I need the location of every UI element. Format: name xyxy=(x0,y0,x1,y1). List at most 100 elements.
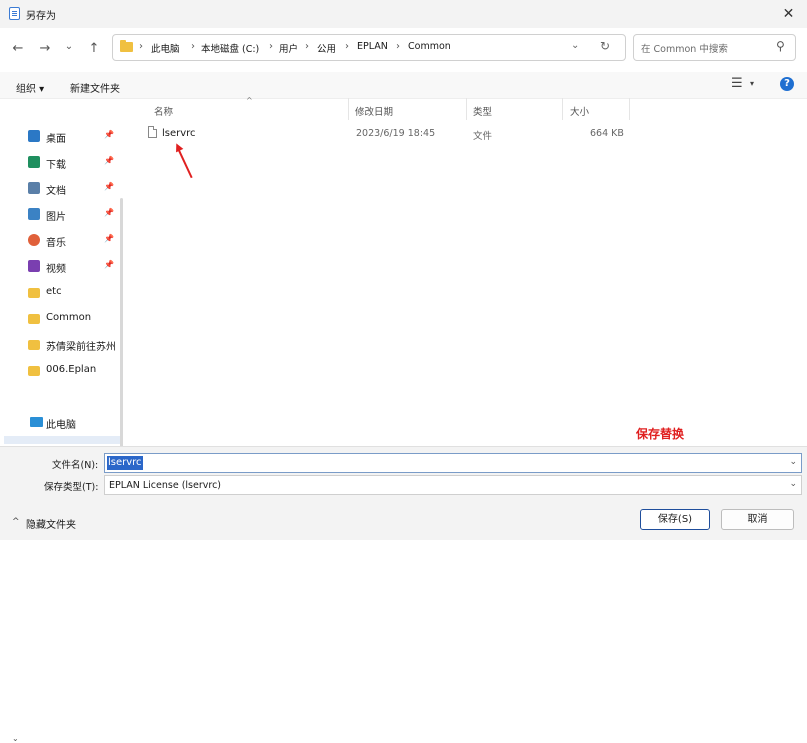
chevron-down-icon[interactable]: ⌄ xyxy=(789,479,797,489)
breadcrumb-separator: › xyxy=(396,41,400,52)
sidebar-item-label: 音乐 xyxy=(46,238,66,249)
filetype-select[interactable]: EPLAN License (lservrc) ⌄ xyxy=(104,475,802,495)
pin-icon: 📌 xyxy=(104,208,114,217)
computer-icon xyxy=(30,417,43,427)
sidebar-item-label: 视频 xyxy=(46,264,66,275)
sidebar-item-006-eplan[interactable]: 006.Eplan xyxy=(28,361,124,381)
chevron-down-icon[interactable]: ⌄ xyxy=(12,734,19,743)
column-divider[interactable] xyxy=(466,98,467,120)
column-header-name[interactable]: 名称 xyxy=(154,104,173,118)
address-dropdown-chevron-icon[interactable]: ⌄ xyxy=(571,40,579,51)
pin-icon: 📌 xyxy=(104,130,114,139)
search-icon[interactable]: ⚲ xyxy=(776,39,785,53)
command-bar: 组织 ▾ 新建文件夹 ☰ ▾ ? xyxy=(0,72,807,99)
sidebar-item-label: 此电脑 xyxy=(46,420,76,431)
breadcrumb-eplan[interactable]: EPLAN xyxy=(357,41,388,52)
view-options-icon[interactable]: ☰ xyxy=(731,76,743,91)
file-type: 文件 xyxy=(473,131,493,142)
download-icon xyxy=(28,156,40,168)
file-name[interactable]: lservrc xyxy=(162,128,196,139)
file-icon xyxy=(148,126,157,138)
hide-folders-toggle[interactable]: 隐藏文件夹 xyxy=(26,516,76,531)
sidebar-item-documents[interactable]: 文档 📌 xyxy=(28,179,124,199)
sidebar-item-label: 苏倩梁前往苏州 xyxy=(46,342,116,353)
file-modified: 2023/6/19 18:45 xyxy=(356,128,436,139)
folder-icon xyxy=(28,314,40,324)
sidebar-item-common[interactable]: Common xyxy=(28,309,124,329)
chevron-up-icon[interactable]: ^ xyxy=(12,517,20,527)
column-divider[interactable] xyxy=(348,98,349,120)
folder-icon xyxy=(28,288,40,298)
sidebar-scrollbar[interactable] xyxy=(120,198,123,478)
chevron-down-icon[interactable]: ⌄ xyxy=(789,457,797,467)
navigation-pane: 桌面 📌 下载 📌 文档 📌 图片 📌 音乐 📌 视频 📌 etc Common… xyxy=(0,98,125,743)
breadcrumb-users[interactable]: 用户 xyxy=(279,41,298,55)
sidebar-selection-highlight xyxy=(4,436,120,444)
save-button[interactable]: 保存(S) xyxy=(640,509,710,530)
forward-button[interactable]: → xyxy=(36,40,54,58)
back-button[interactable]: ← xyxy=(9,40,27,58)
breadcrumb-separator: › xyxy=(191,41,195,52)
video-icon xyxy=(28,260,40,272)
search-box[interactable]: 在 Common 中搜索 ⚲ xyxy=(633,34,796,61)
folder-icon xyxy=(120,40,133,52)
sidebar-item-label: 文档 xyxy=(46,186,66,197)
sidebar-item-pictures[interactable]: 图片 📌 xyxy=(28,205,124,225)
file-size: 664 KB xyxy=(590,128,624,139)
sidebar-item-label: 006.Eplan xyxy=(46,364,97,375)
sidebar-item-label: 下载 xyxy=(46,160,66,171)
music-icon xyxy=(28,234,40,246)
column-header-type[interactable]: 类型 xyxy=(473,104,492,118)
breadcrumb-separator: › xyxy=(305,41,309,52)
desktop-icon xyxy=(28,130,40,142)
filename-label: 文件名(N): xyxy=(52,460,99,471)
sidebar-item-downloads[interactable]: 下载 📌 xyxy=(28,153,124,173)
pin-icon: 📌 xyxy=(104,260,114,269)
save-form: 文件名(N): lservrc ⌄ 保存类型(T): EPLAN License… xyxy=(0,446,807,540)
breadcrumb-separator: › xyxy=(139,41,143,52)
file-list: ^ 名称 修改日期 类型 大小 lservrc 2023/6/19 18:45 … xyxy=(130,96,807,446)
sidebar-item-this-pc[interactable]: ⌄ 此电脑 xyxy=(0,413,122,743)
breadcrumb-separator: › xyxy=(269,41,273,52)
help-icon[interactable]: ? xyxy=(780,77,794,91)
up-button[interactable]: ↑ xyxy=(85,40,103,58)
picture-icon xyxy=(28,208,40,220)
sidebar-item-desktop[interactable]: 桌面 📌 xyxy=(28,127,124,147)
filetype-label: 保存类型(T): xyxy=(44,482,99,493)
recent-locations-button[interactable]: ⌄ xyxy=(60,38,78,56)
column-divider[interactable] xyxy=(629,98,630,120)
sidebar-item-etc[interactable]: etc xyxy=(28,283,124,303)
window-title: 另存为 xyxy=(26,11,56,22)
address-bar[interactable]: › 此电脑 › 本地磁盘 (C:) › 用户 › 公用 › EPLAN › Co… xyxy=(112,34,626,61)
breadcrumb-public[interactable]: 公用 xyxy=(317,41,336,55)
breadcrumb-this-pc[interactable]: 此电脑 xyxy=(151,41,180,55)
filename-input[interactable]: lservrc ⌄ xyxy=(104,453,802,473)
breadcrumb-common[interactable]: Common xyxy=(408,41,451,52)
filename-value[interactable]: lservrc xyxy=(107,456,143,470)
sort-ascending-icon: ^ xyxy=(246,96,253,105)
sidebar-item-suzhou[interactable]: 苏倩梁前往苏州 xyxy=(28,335,124,355)
sidebar-item-label: etc xyxy=(46,286,62,297)
annotation-label: 保存替换 xyxy=(636,427,685,441)
cancel-button[interactable]: 取消 xyxy=(721,509,794,530)
organize-button[interactable]: 组织 ▾ xyxy=(16,80,44,95)
new-folder-button[interactable]: 新建文件夹 xyxy=(70,80,120,95)
sidebar-item-music[interactable]: 音乐 📌 xyxy=(28,231,124,251)
pin-icon: 📌 xyxy=(104,156,114,165)
sidebar-item-label: 桌面 xyxy=(46,134,66,145)
view-options-caret-icon[interactable]: ▾ xyxy=(750,79,754,88)
breadcrumb-local-disk[interactable]: 本地磁盘 (C:) xyxy=(201,41,259,55)
pin-icon: 📌 xyxy=(104,234,114,243)
close-button[interactable]: ✕ xyxy=(770,0,807,28)
sidebar-item-videos[interactable]: 视频 📌 xyxy=(28,257,124,277)
breadcrumb-separator: › xyxy=(345,41,349,52)
table-row[interactable]: lservrc 2023/6/19 18:45 文件 664 KB xyxy=(130,124,807,144)
title-bar: 另存为 ✕ xyxy=(0,0,807,28)
column-header-modified[interactable]: 修改日期 xyxy=(355,104,393,118)
search-input[interactable]: 在 Common 中搜索 xyxy=(641,41,728,55)
sidebar-item-label: 图片 xyxy=(46,212,66,223)
refresh-icon[interactable]: ↻ xyxy=(600,39,610,53)
column-header-size[interactable]: 大小 xyxy=(570,104,589,118)
folder-icon xyxy=(28,340,40,350)
column-divider[interactable] xyxy=(562,98,563,120)
